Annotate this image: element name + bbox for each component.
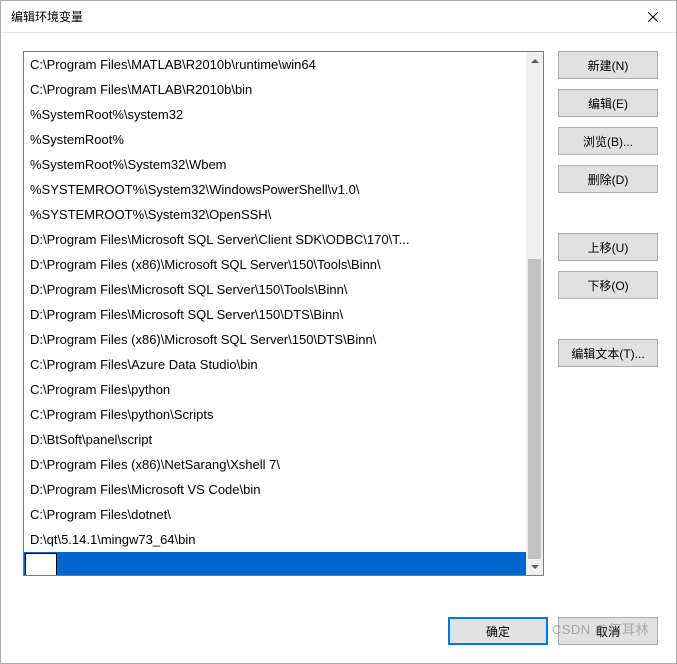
chevron-down-icon — [531, 565, 539, 569]
close-icon — [648, 12, 658, 22]
list-item[interactable]: D:\Program Files\Microsoft SQL Server\15… — [24, 277, 526, 302]
new-button[interactable]: 新建(N) — [558, 51, 658, 79]
list-item[interactable]: D:\Program Files\Microsoft SQL Server\Cl… — [24, 227, 526, 252]
list-item-editing[interactable] — [24, 552, 526, 575]
edit-button[interactable]: 编辑(E) — [558, 89, 658, 117]
delete-button[interactable]: 删除(D) — [558, 165, 658, 193]
vertical-scrollbar[interactable] — [526, 52, 543, 575]
content-area: C:\Program Files\MATLAB\R2010b\runtime\w… — [1, 33, 676, 599]
move-up-button[interactable]: 上移(U) — [558, 233, 658, 261]
path-listbox[interactable]: C:\Program Files\MATLAB\R2010b\runtime\w… — [23, 51, 544, 576]
scroll-track[interactable] — [526, 69, 543, 558]
list-item[interactable]: D:\qt\5.14.1\mingw73_64\bin — [24, 527, 526, 552]
chevron-up-icon — [531, 59, 539, 63]
ok-button[interactable]: 确定 — [448, 617, 548, 645]
list-inner: C:\Program Files\MATLAB\R2010b\runtime\w… — [24, 52, 526, 575]
list-item[interactable]: %SYSTEMROOT%\System32\WindowsPowerShell\… — [24, 177, 526, 202]
list-item[interactable]: C:\Program Files\MATLAB\R2010b\runtime\w… — [24, 52, 526, 77]
titlebar: 编辑环境变量 — [1, 1, 676, 33]
close-button[interactable] — [630, 1, 676, 33]
list-item[interactable]: D:\Program Files (x86)\Microsoft SQL Ser… — [24, 327, 526, 352]
list-item[interactable]: D:\Program Files (x86)\Microsoft SQL Ser… — [24, 252, 526, 277]
list-item[interactable]: D:\Program Files\Microsoft VS Code\bin — [24, 477, 526, 502]
side-button-panel: 新建(N) 编辑(E) 浏览(B)... 删除(D) 上移(U) 下移(O) 编… — [558, 51, 658, 599]
dialog-footer: 确定 取消 — [1, 599, 676, 663]
list-edit-input[interactable] — [25, 553, 57, 575]
list-item[interactable]: C:\Program Files\dotnet\ — [24, 502, 526, 527]
list-item[interactable]: %SystemRoot% — [24, 127, 526, 152]
list-item[interactable]: C:\Program Files\MATLAB\R2010b\bin — [24, 77, 526, 102]
scroll-thumb[interactable] — [528, 259, 541, 559]
dialog-title: 编辑环境变量 — [11, 8, 83, 25]
list-item[interactable]: C:\Program Files\Azure Data Studio\bin — [24, 352, 526, 377]
list-item[interactable]: C:\Program Files\python\Scripts — [24, 402, 526, 427]
list-item[interactable]: %SystemRoot%\System32\Wbem — [24, 152, 526, 177]
list-item[interactable]: %SYSTEMROOT%\System32\OpenSSH\ — [24, 202, 526, 227]
move-down-button[interactable]: 下移(O) — [558, 271, 658, 299]
list-item[interactable]: %SystemRoot%\system32 — [24, 102, 526, 127]
scroll-up-button[interactable] — [526, 52, 543, 69]
list-item[interactable]: D:\Program Files\Microsoft SQL Server\15… — [24, 302, 526, 327]
list-item[interactable]: D:\Program Files (x86)\NetSarang\Xshell … — [24, 452, 526, 477]
environment-variable-dialog: 编辑环境变量 C:\Program Files\MATLAB\R2010b\ru… — [0, 0, 677, 664]
scroll-down-button[interactable] — [526, 558, 543, 575]
edit-text-button[interactable]: 编辑文本(T)... — [558, 339, 658, 367]
list-item[interactable]: C:\Program Files\python — [24, 377, 526, 402]
browse-button[interactable]: 浏览(B)... — [558, 127, 658, 155]
list-item[interactable]: D:\BtSoft\panel\script — [24, 427, 526, 452]
cancel-button[interactable]: 取消 — [558, 617, 658, 645]
